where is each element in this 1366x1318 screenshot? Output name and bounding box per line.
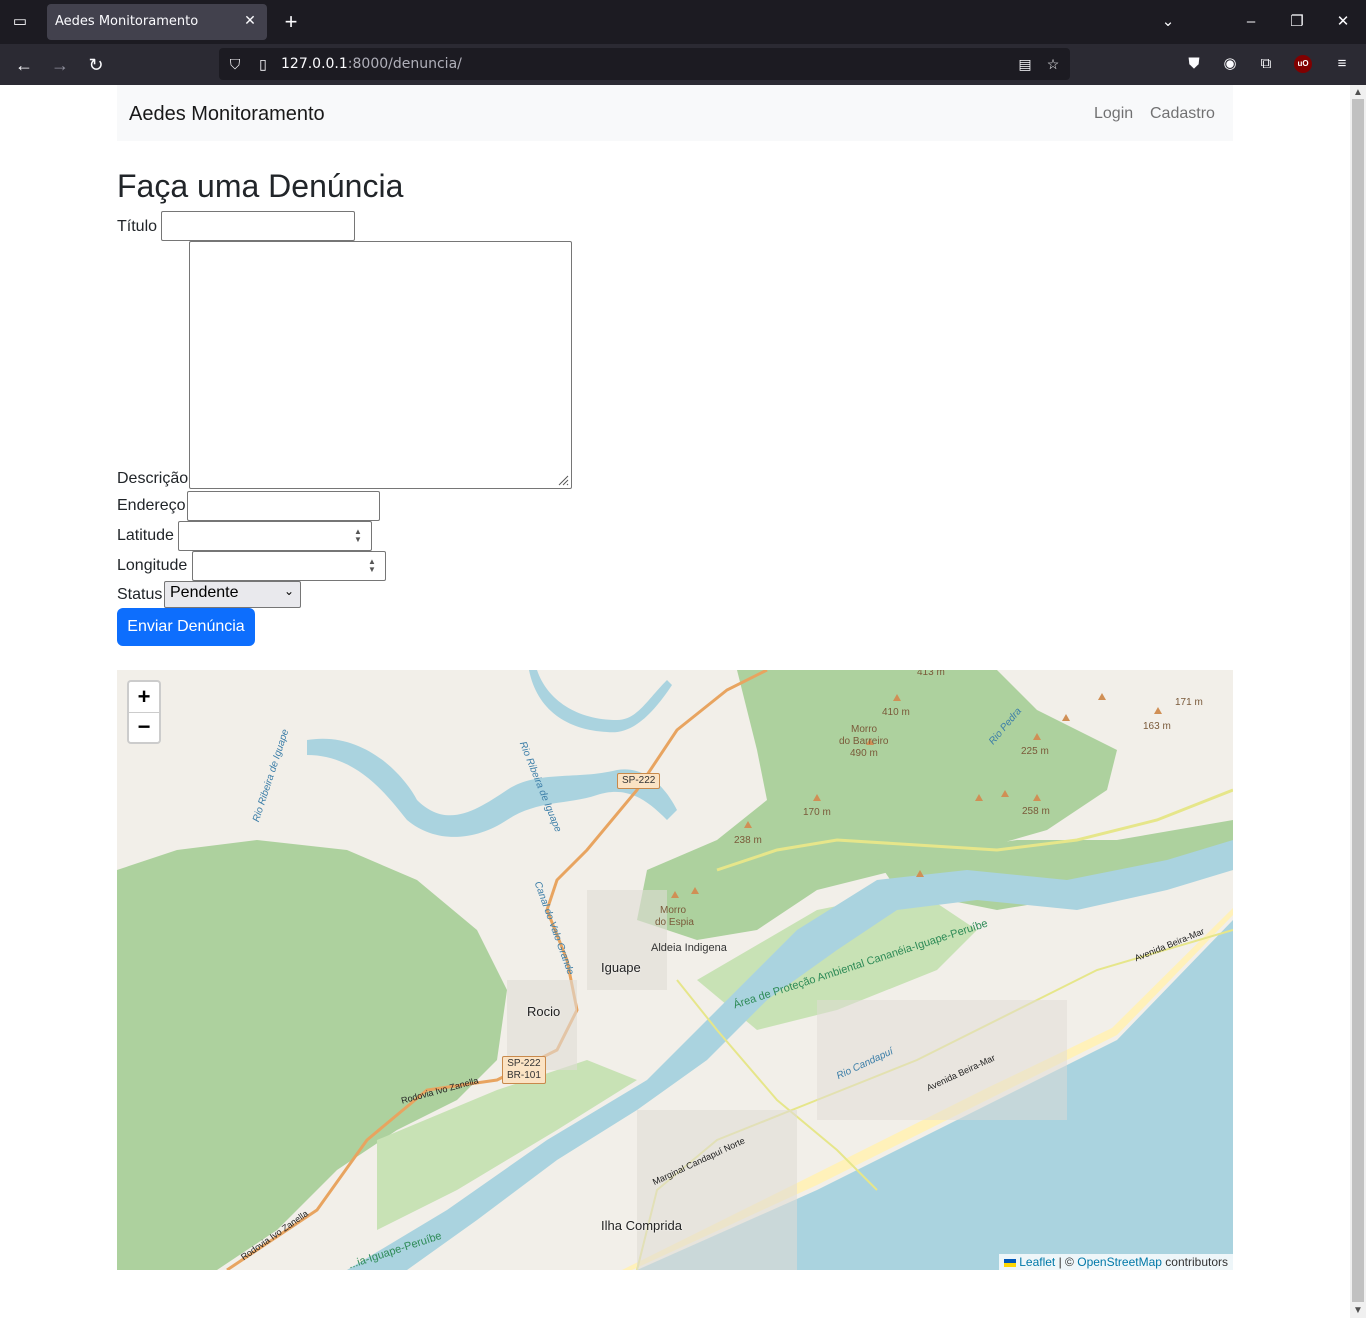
minimize-icon[interactable]: – xyxy=(1239,10,1263,34)
map-label-peak: 225 m xyxy=(1021,746,1049,757)
scroll-thumb[interactable] xyxy=(1352,99,1364,1302)
browser-tab-bar: ▭ Aedes Monitoramento ✕ + ⌄ – ❐ ✕ xyxy=(0,0,1366,44)
endereco-input[interactable] xyxy=(187,491,380,521)
chevron-down-icon[interactable]: ⌄ xyxy=(1156,10,1180,34)
ukraine-flag-icon xyxy=(1004,1258,1017,1267)
map-label-peak: 490 m xyxy=(850,748,878,759)
descricao-label: Descrição xyxy=(117,470,189,487)
status-selected-value: Pendente xyxy=(170,584,239,601)
menu-icon[interactable]: ≡ xyxy=(1330,52,1354,76)
shield-icon[interactable]: ⛉ xyxy=(225,54,245,74)
zoom-out-button[interactable]: − xyxy=(129,712,159,742)
site-brand[interactable]: Aedes Monitoramento xyxy=(129,103,325,126)
back-icon[interactable]: ← xyxy=(11,52,37,78)
close-window-icon[interactable]: ✕ xyxy=(1331,10,1355,34)
openstreetmap-link[interactable]: OpenStreetMap xyxy=(1077,1255,1162,1269)
extensions-icon[interactable]: ⧉ xyxy=(1254,52,1278,76)
map-label-peak: 171 m xyxy=(1175,697,1203,708)
map-label-peak: Morro xyxy=(660,905,687,916)
pocket-icon[interactable]: ⛊ xyxy=(1182,52,1206,76)
login-link[interactable]: Login xyxy=(1094,105,1133,123)
page-viewport: Aedes Monitoramento Login Cadastro Faça … xyxy=(0,85,1350,1318)
map-label-peak: 258 m xyxy=(1022,806,1050,817)
longitude-label: Longitude xyxy=(117,557,188,574)
account-icon[interactable]: ◉ xyxy=(1218,52,1242,76)
river xyxy=(529,670,672,733)
page-icon: ▯ xyxy=(259,56,267,72)
map-label-peak: Morro xyxy=(851,724,878,735)
chevron-down-icon: ⌄ xyxy=(283,584,294,598)
map-label-peak: 238 m xyxy=(734,835,762,846)
map-label-town: Iguape xyxy=(601,960,641,975)
endereco-label: Endereço xyxy=(117,497,186,514)
map-tiles xyxy=(117,670,1233,1270)
page-title: Faça uma Denúncia xyxy=(117,168,404,204)
map-label-peak: do Barreiro xyxy=(839,736,889,747)
attribution-contributors: contributors xyxy=(1165,1255,1228,1269)
forest-area xyxy=(117,840,507,1270)
map-label-place: Aldeia Indigena xyxy=(651,942,727,954)
scroll-down-icon[interactable]: ▼ xyxy=(1350,1305,1366,1316)
reader-icon[interactable]: ▤ xyxy=(1015,54,1035,74)
map-label-peak: 413 m xyxy=(917,670,945,678)
town-area xyxy=(637,1110,797,1270)
star-icon[interactable]: ☆ xyxy=(1043,54,1063,74)
close-icon[interactable]: ✕ xyxy=(241,12,259,29)
url-bar[interactable]: ⛉ ▯ 127.0.0.1:8000/denuncia/ ▤ ☆ xyxy=(219,48,1070,80)
road-shield: SP-222 BR-101 xyxy=(502,1056,546,1084)
submit-button[interactable]: Enviar Denúncia xyxy=(117,608,255,646)
road-shield: SP-222 xyxy=(617,773,661,789)
map-label-peak: 170 m xyxy=(803,807,831,818)
plus-icon[interactable]: + xyxy=(279,9,303,35)
descricao-textarea[interactable] xyxy=(189,241,572,489)
url-text[interactable]: 127.0.0.1:8000/denuncia/ xyxy=(281,56,462,72)
page-scrollbar[interactable]: ▲ ▼ xyxy=(1350,85,1366,1318)
resize-grip-icon[interactable] xyxy=(557,474,569,486)
map-label-peak: do Espia xyxy=(655,917,694,928)
forward-icon[interactable]: → xyxy=(47,52,73,78)
map-label-town: Rocio xyxy=(527,1004,561,1019)
latitude-input[interactable]: ▲ ▼ xyxy=(178,521,372,551)
status-label: Status xyxy=(117,586,163,603)
tab-title: Aedes Monitoramento xyxy=(55,14,199,29)
map-label-town: Ilha Comprida xyxy=(601,1218,682,1233)
map[interactable]: + − Iguape Rocio Aldeia Indigena Ilha Co… xyxy=(117,670,1233,1270)
longitude-input[interactable]: ▲ ▼ xyxy=(192,551,386,581)
map-attribution: Leaflet | © OpenStreetMap contributors xyxy=(999,1254,1233,1270)
spinner-icon[interactable]: ▲ ▼ xyxy=(365,558,379,574)
cadastro-link[interactable]: Cadastro xyxy=(1150,105,1215,123)
titulo-input[interactable] xyxy=(161,211,355,241)
town-area xyxy=(817,1000,1067,1120)
map-label-peak: 163 m xyxy=(1143,721,1171,732)
spinner-icon[interactable]: ▲ ▼ xyxy=(351,528,365,544)
status-select[interactable]: Pendente ⌄ xyxy=(164,581,301,608)
browser-nav-bar: ← → ↻ ⛉ ▯ 127.0.0.1:8000/denuncia/ ▤ ☆ ⛊… xyxy=(0,44,1366,85)
latitude-label: Latitude xyxy=(117,527,174,544)
zoom-in-button[interactable]: + xyxy=(129,682,159,712)
leaflet-link[interactable]: Leaflet xyxy=(1019,1255,1055,1269)
site-navbar: Aedes Monitoramento Login Cadastro xyxy=(117,85,1233,141)
tab-list-icon[interactable]: ▭ xyxy=(8,10,32,34)
zoom-control: + − xyxy=(127,680,161,744)
reload-icon[interactable]: ↻ xyxy=(83,52,109,78)
town-area xyxy=(587,890,667,990)
map-label-peak: 410 m xyxy=(882,707,910,718)
browser-tab[interactable]: Aedes Monitoramento ✕ xyxy=(47,4,267,40)
attribution-separator: | © xyxy=(1058,1255,1074,1269)
ublock-icon[interactable]: uO xyxy=(1294,55,1312,73)
restore-icon[interactable]: ❐ xyxy=(1285,10,1309,34)
titulo-label: Título xyxy=(117,218,158,235)
scroll-up-icon[interactable]: ▲ xyxy=(1350,87,1366,98)
